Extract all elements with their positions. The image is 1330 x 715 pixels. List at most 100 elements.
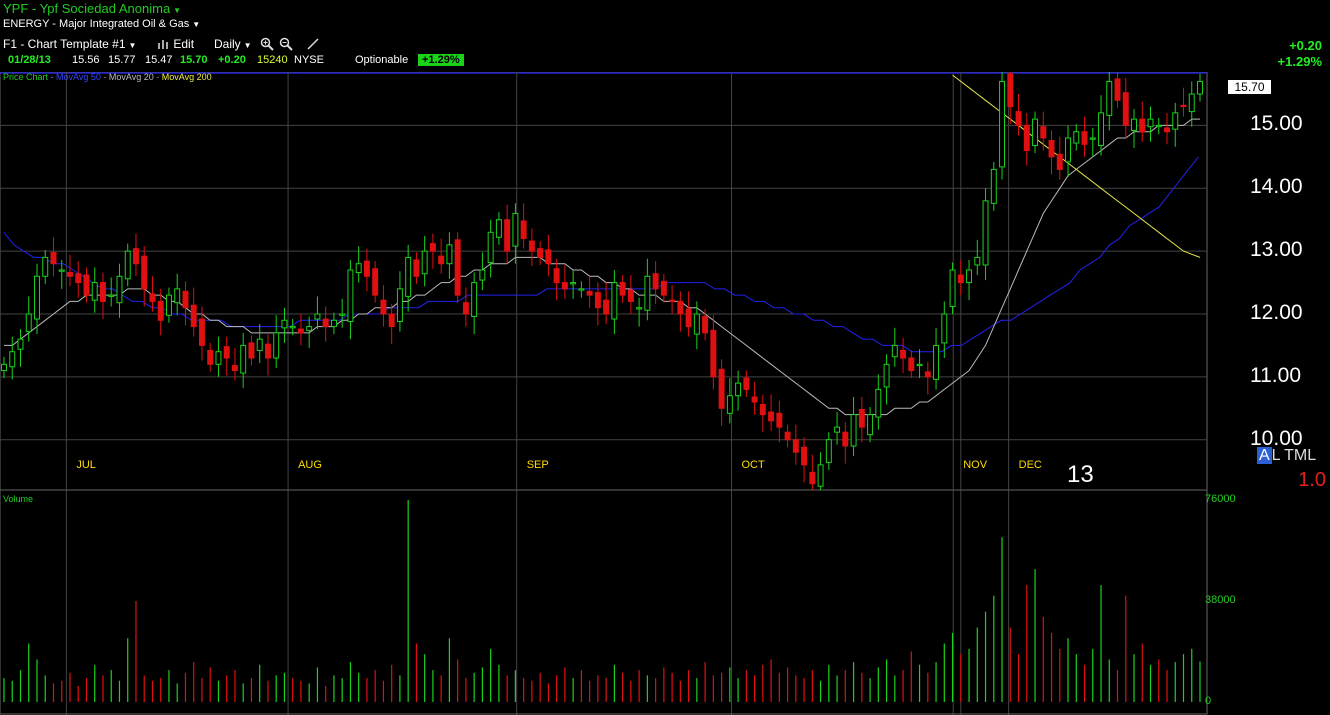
candle-body bbox=[487, 231, 494, 263]
candle-body bbox=[182, 290, 189, 309]
candle-body bbox=[141, 255, 148, 290]
candle-body bbox=[619, 282, 626, 296]
legend-price: Price Chart bbox=[3, 72, 49, 82]
candle-body bbox=[941, 313, 948, 344]
candle-body bbox=[636, 307, 643, 310]
candle-body bbox=[471, 282, 478, 318]
chevron-down-icon[interactable]: ▼ bbox=[192, 20, 200, 29]
candle-body bbox=[355, 263, 362, 274]
candle-body bbox=[875, 388, 882, 418]
price-tick-label: 13.00 bbox=[1250, 238, 1303, 262]
quote-volume: 15240 bbox=[257, 54, 288, 66]
title-bar: YPF - Ypf Sociedad Anonima ▼ ENERGY - Maj… bbox=[0, 0, 1330, 30]
candle-body bbox=[231, 365, 238, 372]
candle-body bbox=[363, 260, 370, 277]
candle-body bbox=[520, 220, 527, 240]
price-tick-label: 10.00 bbox=[1250, 426, 1303, 450]
month-label: SEP bbox=[526, 459, 549, 471]
candle-body bbox=[834, 426, 841, 433]
candle-body bbox=[553, 268, 560, 284]
candle-body bbox=[537, 248, 544, 258]
candle-body bbox=[75, 273, 82, 284]
template-dropdown[interactable]: F1 - Chart Template #1 ▼ bbox=[3, 37, 136, 51]
zoom-in-icon[interactable] bbox=[260, 37, 274, 54]
candle-body bbox=[1139, 118, 1146, 133]
candle-body bbox=[34, 275, 40, 320]
candle-body bbox=[25, 313, 32, 333]
candle-body bbox=[347, 269, 354, 323]
candle-body bbox=[858, 409, 865, 428]
candle-body bbox=[990, 168, 997, 204]
candle-body bbox=[190, 304, 197, 328]
candle-body bbox=[339, 313, 346, 316]
candle-body bbox=[372, 268, 379, 296]
quote-high: 15.77 bbox=[108, 54, 136, 66]
candle-body bbox=[570, 282, 577, 285]
candle-body bbox=[207, 349, 214, 365]
candle-body bbox=[248, 342, 255, 359]
candle-body bbox=[809, 471, 816, 485]
candle-body bbox=[67, 272, 73, 277]
zoom-out-icon[interactable] bbox=[279, 37, 293, 54]
candle-body bbox=[743, 377, 750, 390]
candle-body bbox=[867, 414, 874, 436]
candle-body bbox=[1114, 78, 1121, 101]
indicator-value: 1.0 bbox=[1298, 469, 1326, 491]
volume-tick-label: 38000 bbox=[1205, 594, 1236, 606]
candle-body bbox=[842, 431, 849, 447]
candle-body bbox=[396, 288, 403, 323]
change-value: +0.20 bbox=[1289, 38, 1322, 53]
candle-body bbox=[710, 329, 717, 378]
change-summary: +0.20 +1.29% bbox=[1278, 38, 1322, 70]
candle-body bbox=[1015, 111, 1022, 126]
candle-body bbox=[256, 338, 263, 351]
price-tick-label: 12.00 bbox=[1250, 301, 1303, 324]
candle-body bbox=[1098, 112, 1104, 147]
candle-body bbox=[916, 363, 923, 367]
edit-button[interactable]: Edit bbox=[158, 37, 194, 51]
candle-body bbox=[223, 346, 230, 359]
last-price-tag: 15.70 bbox=[1228, 80, 1271, 94]
candle-body bbox=[660, 280, 667, 296]
sector-label[interactable]: ENERGY - Major Integrated Oil & Gas ▼ bbox=[3, 18, 200, 30]
candle-body bbox=[1131, 118, 1137, 131]
candle-body bbox=[446, 244, 453, 265]
candle-body bbox=[627, 289, 634, 302]
candle-body bbox=[768, 411, 775, 422]
candle-body bbox=[264, 343, 271, 359]
chart-legend: Price Chart - MovAvg 50 - MovAvg 20 - Mo… bbox=[3, 72, 212, 82]
quote-change: +0.20 bbox=[218, 54, 246, 66]
interval-dropdown[interactable]: Daily ▼ bbox=[214, 37, 252, 51]
candle-body bbox=[900, 349, 907, 359]
interval-label: Daily bbox=[214, 37, 241, 51]
candle-body bbox=[726, 395, 733, 414]
candle-body bbox=[792, 439, 799, 453]
candle-body bbox=[825, 439, 832, 463]
change-pct: +1.29% bbox=[1277, 54, 1322, 69]
candle-body bbox=[1032, 118, 1039, 147]
candle-body bbox=[652, 273, 659, 290]
month-label: NOV bbox=[963, 459, 988, 471]
candle-body bbox=[108, 294, 115, 297]
candle-body bbox=[405, 256, 412, 297]
candle-body bbox=[974, 256, 981, 266]
legend-ma20: MovAvg 20 bbox=[108, 72, 154, 82]
chevron-down-icon: ▼ bbox=[243, 41, 252, 50]
candle-body bbox=[454, 239, 461, 296]
legend-ma50: MovAvg 50 bbox=[56, 72, 101, 82]
candle-body bbox=[1172, 112, 1179, 130]
candle-body bbox=[388, 313, 395, 328]
volume-chart[interactable] bbox=[0, 490, 1330, 715]
candle-body bbox=[685, 308, 692, 328]
candle-body bbox=[149, 293, 156, 302]
candle-body bbox=[999, 80, 1006, 168]
draw-tool-icon[interactable] bbox=[306, 37, 320, 54]
candle-body bbox=[322, 318, 329, 328]
chevron-down-icon[interactable]: ▼ bbox=[173, 6, 181, 15]
candle-body bbox=[982, 200, 989, 266]
price-chart[interactable] bbox=[0, 72, 1330, 490]
candle-body bbox=[1023, 124, 1030, 152]
candle-body bbox=[1073, 131, 1080, 144]
candle-body bbox=[9, 351, 16, 368]
symbol-title[interactable]: YPF - Ypf Sociedad Anonima ▼ bbox=[3, 1, 181, 16]
